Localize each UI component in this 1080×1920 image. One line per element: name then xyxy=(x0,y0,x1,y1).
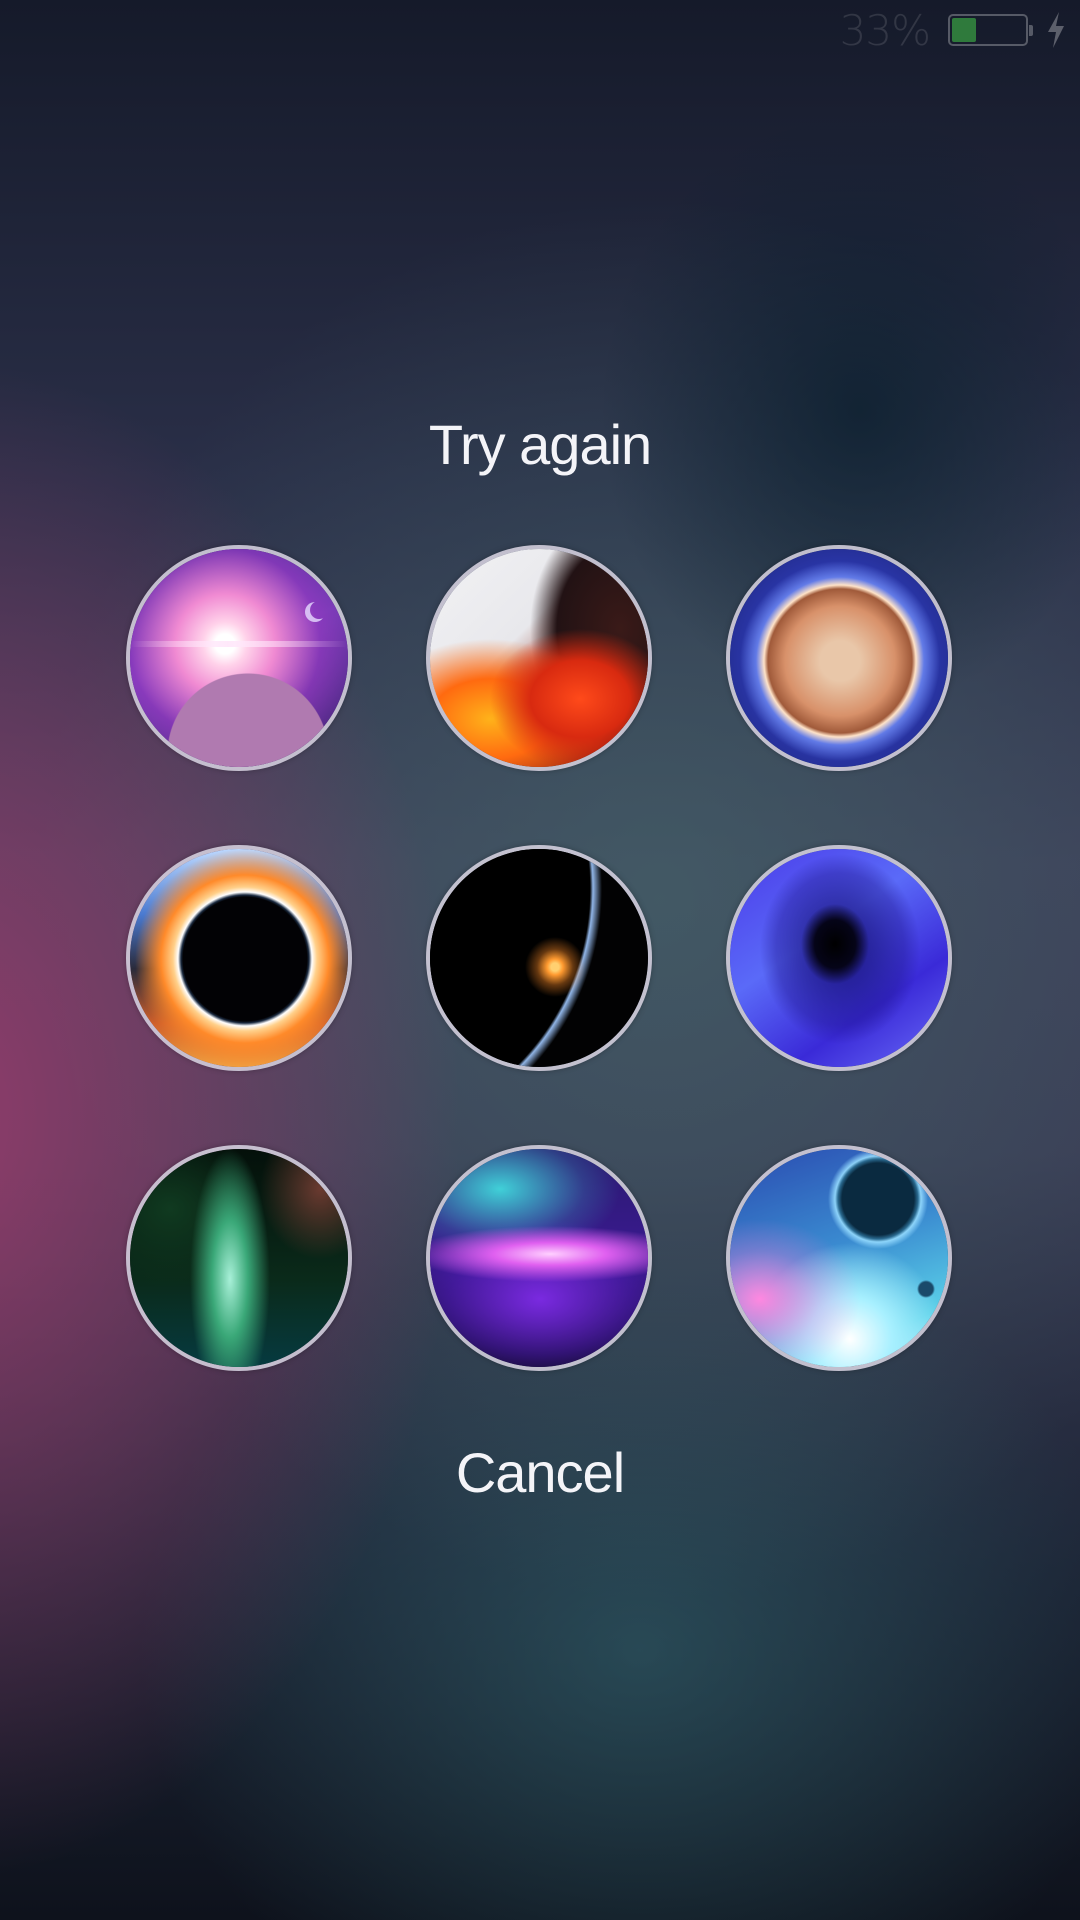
pattern-node-3[interactable] xyxy=(726,545,952,771)
pattern-node-9[interactable] xyxy=(726,1145,952,1371)
fire-nebula-image xyxy=(430,549,648,767)
pattern-node-1[interactable] xyxy=(126,545,352,771)
pattern-node-8[interactable] xyxy=(426,1145,652,1371)
green-nebula-image xyxy=(130,1149,348,1367)
pattern-node-2[interactable] xyxy=(426,545,652,771)
battery-level-fill xyxy=(952,18,976,42)
planet-horizon-image xyxy=(430,849,648,1067)
status-bar: 33% xyxy=(0,0,1080,64)
purple-nebula-image xyxy=(430,1149,648,1367)
blue-planets-image xyxy=(730,1149,948,1367)
black-hole-image xyxy=(730,849,948,1067)
battery-percentage: 33% xyxy=(839,6,931,55)
battery-icon xyxy=(948,14,1033,46)
pattern-lock-grid xyxy=(126,545,956,1375)
orange-planet-image xyxy=(730,549,948,767)
eclipse-image xyxy=(130,849,348,1067)
lightning-bolt-icon xyxy=(1048,12,1064,48)
pattern-node-5[interactable] xyxy=(426,845,652,1071)
try-again-title: Try again xyxy=(428,413,652,476)
pattern-node-4[interactable] xyxy=(126,845,352,1071)
pattern-node-6[interactable] xyxy=(726,845,952,1071)
star-planet-image xyxy=(130,549,348,767)
pattern-node-7[interactable] xyxy=(126,1145,352,1371)
cancel-button[interactable]: Cancel xyxy=(0,1440,1080,1505)
